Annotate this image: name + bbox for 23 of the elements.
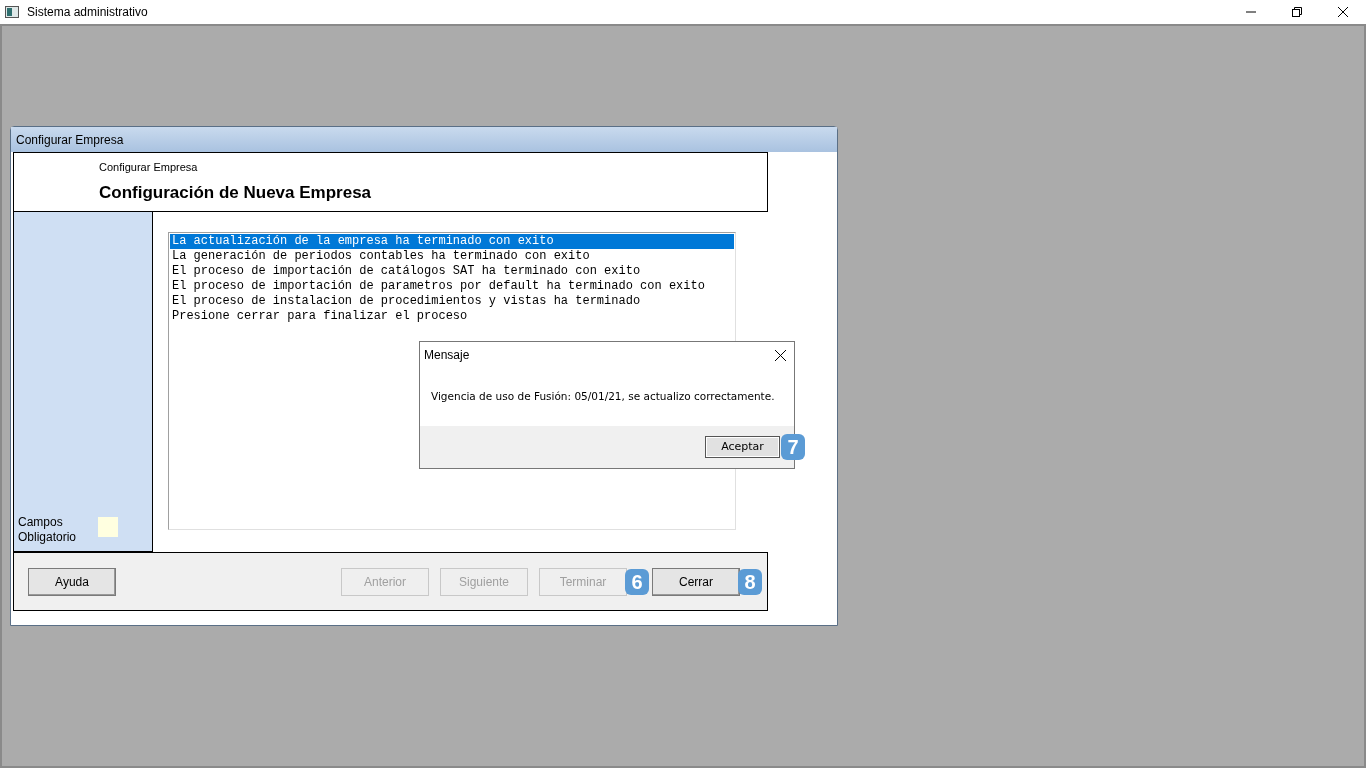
window-title: Sistema administrativo: [27, 4, 148, 21]
log-line[interactable]: El proceso de instalacion de procedimientos y vistas ha terminado: [170, 294, 734, 309]
dialog-title: Mensaje: [424, 347, 470, 364]
close-icon[interactable]: [775, 349, 786, 361]
close-icon[interactable]: [1338, 7, 1348, 17]
log-line[interactable]: El proceso de importación de parametros por default ha terminado con exito: [170, 279, 734, 294]
dialog-button[interactable]: Ayuda: [28, 567, 116, 596]
step-badge: 8: [738, 568, 762, 595]
header-subtitle: Configurar Empresa: [99, 160, 199, 175]
header-heading: Configuración de Nueva Empresa: [99, 181, 373, 204]
wizard-title: Configurar Empresa: [16, 131, 124, 149]
dialog-button[interactable]: Cerrar: [652, 567, 740, 596]
message-text: Vigencia de uso de Fusión: 05/01/21, se actualizo correctamente.: [431, 389, 775, 405]
log-line[interactable]: Presione cerrar para finalizar el proceso: [170, 309, 734, 324]
legend-text: Campos Obligatorio: [18, 515, 78, 545]
required-swatch: [98, 517, 118, 537]
app-icon: [5, 6, 19, 18]
log-line[interactable]: La generación de periodos contables ha terminado con exito: [170, 249, 734, 264]
accept-button[interactable]: Aceptar: [705, 436, 780, 458]
restore-icon[interactable]: [1292, 7, 1302, 17]
step-badge: 6: [625, 568, 649, 595]
log-line[interactable]: El proceso de importación de catálogos SAT ha terminado con exito: [170, 264, 734, 279]
step-badge: 7: [781, 434, 805, 460]
